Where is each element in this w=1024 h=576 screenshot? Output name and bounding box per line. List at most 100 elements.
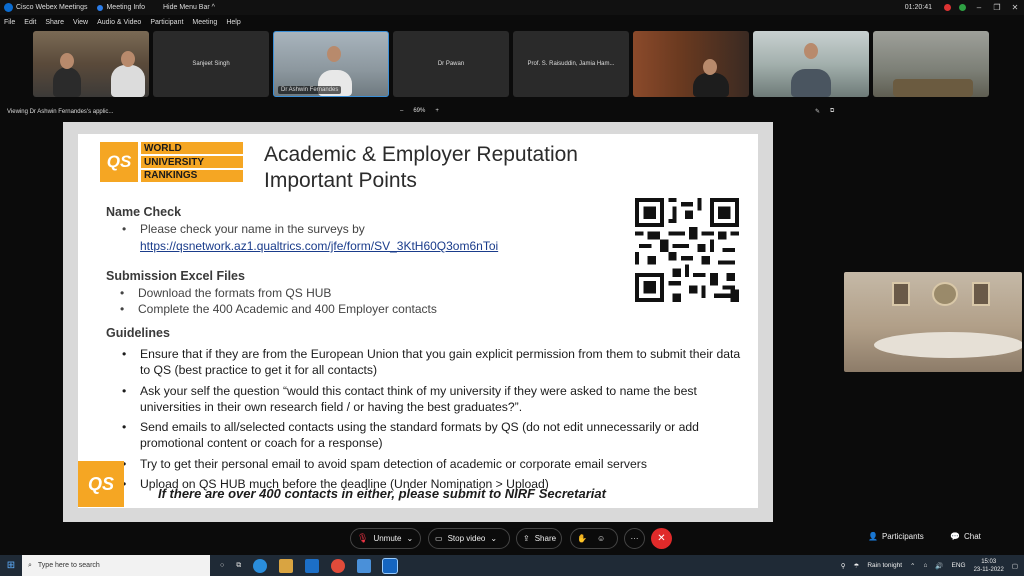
- meeting-controls: 🎙 Unmute ⌄ ▭ Stop video ⌄ ⇪ Share ✋ ☺ ··…: [0, 527, 1024, 553]
- share-button[interactable]: ⇪ Share: [516, 528, 562, 549]
- taskbar-clock[interactable]: 15:03 23-11-2022: [974, 558, 1004, 574]
- reactions-group: ✋ ☺: [570, 528, 618, 549]
- chevron-up-icon: ^: [211, 4, 215, 11]
- menu-edit[interactable]: Edit: [24, 19, 36, 26]
- participants-button[interactable]: 👤 Participants: [868, 532, 924, 541]
- participant-head: [703, 59, 717, 75]
- reactions-icon[interactable]: ☺: [597, 534, 605, 543]
- zoom-in-button[interactable]: +: [435, 108, 439, 114]
- menu-audio-video[interactable]: Audio & Video: [97, 19, 141, 26]
- wall-portrait: [892, 282, 910, 306]
- chrome-icon[interactable]: [331, 558, 346, 573]
- guideline-bullet: • Ask your self the question “would this …: [122, 384, 697, 414]
- volume-icon[interactable]: 🔊: [935, 562, 943, 570]
- app-title: Cisco Webex Meetings: [16, 4, 88, 11]
- shared-content-area: QS WORLD UNIVERSITY RANKINGS Academic & …: [63, 122, 773, 522]
- weather-text[interactable]: Rain tonight: [867, 562, 902, 569]
- stop-video-button[interactable]: ▭ Stop video ⌄: [428, 528, 510, 549]
- language-indicator[interactable]: ENG: [952, 562, 966, 569]
- logo-word-university: UNIVERSITY: [144, 156, 205, 168]
- guideline-text: Ensure that if they are from the Europea…: [140, 347, 741, 377]
- participant-head: [804, 43, 818, 59]
- participant-tile[interactable]: [33, 31, 149, 97]
- unmute-label: Unmute: [373, 534, 402, 543]
- more-options-button[interactable]: ···: [624, 528, 645, 549]
- unmute-button[interactable]: 🎙 Unmute ⌄: [350, 528, 421, 549]
- participant-tile[interactable]: Dr Pawan: [393, 31, 509, 97]
- people-icon[interactable]: ⚲: [841, 562, 846, 570]
- end-meeting-button[interactable]: ✕: [651, 528, 672, 549]
- chevron-down-icon[interactable]: ⌄: [406, 534, 413, 543]
- file-explorer-icon[interactable]: [279, 558, 294, 573]
- network-icon[interactable]: ⌂: [923, 562, 927, 569]
- participant-strip: Sanjeet Singh Dr Ashwin Fernandes Dr Paw…: [33, 31, 989, 98]
- raise-hand-icon[interactable]: ✋: [577, 534, 587, 543]
- participant-head: [327, 46, 341, 62]
- close-button[interactable]: ✕: [1010, 3, 1020, 12]
- info-icon: [97, 4, 104, 11]
- participant-video: [791, 69, 831, 97]
- participant-tile-active[interactable]: Dr Ashwin Fernandes: [273, 31, 389, 97]
- chevron-down-icon[interactable]: ⌄: [490, 534, 497, 543]
- emblem-image: [932, 282, 958, 306]
- recording-icon: [944, 4, 951, 11]
- survey-link[interactable]: https://qsnetwork.az1.qualtrics.com/jfe/…: [140, 238, 498, 254]
- participants-label: Participants: [881, 532, 924, 541]
- slide-title-line2: Important Points: [264, 169, 417, 192]
- menu-file[interactable]: File: [4, 19, 15, 26]
- guideline-text: Try to get their personal email to avoid…: [140, 457, 647, 471]
- participant-video: [111, 65, 145, 97]
- notifications-icon[interactable]: ▢: [1012, 562, 1018, 570]
- conference-room-video[interactable]: [844, 272, 1022, 372]
- edge-icon[interactable]: [253, 558, 268, 573]
- chat-button[interactable]: 💬 Chat: [950, 532, 981, 541]
- submission-heading: Submission Excel Files: [106, 269, 245, 283]
- menu-bar: File Edit Share View Audio & Video Parti…: [0, 16, 241, 29]
- menu-share[interactable]: Share: [45, 19, 64, 26]
- hide-menu-bar-button[interactable]: Hide Menu Bar ^: [163, 4, 215, 11]
- fit-to-window-icon[interactable]: ⧉: [830, 108, 834, 115]
- webex-taskbar-icon[interactable]: [382, 557, 399, 574]
- participant-video: [693, 73, 729, 97]
- webex-logo-icon: [4, 3, 13, 12]
- cortana-icon[interactable]: ○: [220, 562, 224, 569]
- meeting-info-button[interactable]: Meeting Info: [97, 4, 145, 11]
- submission-text: Complete the 400 Academic and 400 Employ…: [138, 302, 437, 316]
- chat-label: Chat: [963, 532, 981, 541]
- participant-tile[interactable]: Prof. S. Raisuddin, Jamia Ham...: [513, 31, 629, 97]
- windows-taskbar: ⊞ ⌕ Type here to search ○ ⧉ ⚲ ☂ Rain ton…: [0, 555, 1024, 576]
- guidelines-heading: Guidelines: [106, 326, 170, 340]
- logo-word-rankings: RANKINGS: [144, 170, 198, 181]
- minimize-button[interactable]: –: [974, 3, 984, 12]
- menu-meeting[interactable]: Meeting: [192, 19, 217, 26]
- annotate-icon[interactable]: ✎: [815, 108, 820, 115]
- windows-start-icon[interactable]: ⊞: [0, 560, 22, 571]
- taskbar-search[interactable]: ⌕ Type here to search: [22, 555, 210, 576]
- name-check-text: Please check your name in the surveys by: [140, 222, 365, 236]
- share-label: Share: [534, 534, 557, 543]
- system-tray: ⚲ ☂ Rain tonight ⌃ ⌂ 🔊 ENG 15:03 23-11-2…: [841, 555, 1018, 576]
- chevron-up-icon[interactable]: ⌃: [910, 562, 915, 570]
- menu-view[interactable]: View: [73, 19, 88, 26]
- guideline-text: Ask your self the question “would this c…: [140, 384, 697, 414]
- qs-rankings-logo: QS WORLD UNIVERSITY RANKINGS: [100, 142, 245, 182]
- mail-icon[interactable]: [305, 558, 320, 573]
- task-view-icon[interactable]: ⧉: [236, 562, 241, 570]
- qs-logo-mark: QS: [100, 142, 138, 182]
- participant-tile[interactable]: [753, 31, 869, 97]
- participant-tile[interactable]: [873, 31, 989, 97]
- menu-help[interactable]: Help: [226, 19, 240, 26]
- menu-participant[interactable]: Participant: [150, 19, 183, 26]
- connection-icon: [959, 4, 966, 11]
- mic-muted-icon: 🎙: [357, 533, 369, 543]
- share-screen-icon: ⇪: [523, 534, 530, 543]
- app-icon[interactable]: [357, 558, 372, 573]
- camera-icon: ▭: [435, 534, 443, 543]
- chat-icon: 💬: [950, 532, 960, 541]
- restore-button[interactable]: ❐: [992, 3, 1002, 12]
- participant-tile[interactable]: [633, 31, 749, 97]
- participant-tile[interactable]: Sanjeet Singh: [153, 31, 269, 97]
- zoom-out-button[interactable]: –: [400, 108, 403, 114]
- qr-code-icon: [635, 198, 739, 302]
- submission-text: Download the formats from QS HUB: [138, 286, 332, 300]
